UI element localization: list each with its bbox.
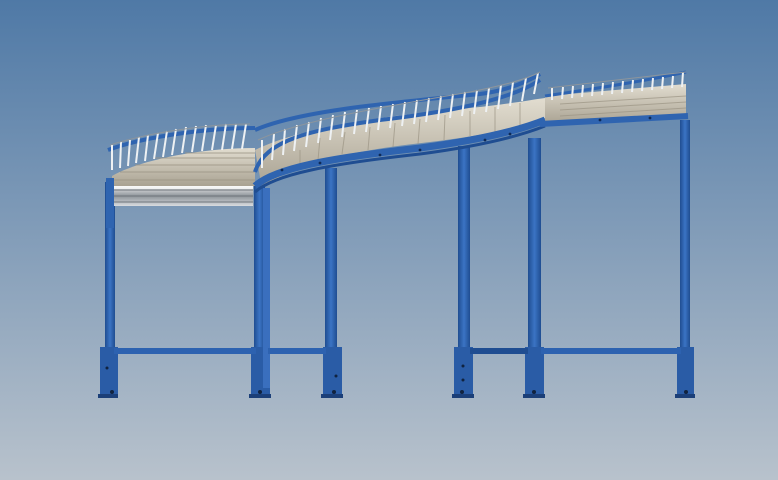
cross-brace [114, 348, 256, 354]
conveyor-scene [0, 0, 778, 480]
support-leg [263, 188, 270, 388]
cross-brace [541, 348, 681, 354]
roller-highlight [114, 186, 253, 189]
cross-brace [268, 348, 326, 354]
cross-brace [470, 348, 528, 354]
background [0, 0, 778, 480]
